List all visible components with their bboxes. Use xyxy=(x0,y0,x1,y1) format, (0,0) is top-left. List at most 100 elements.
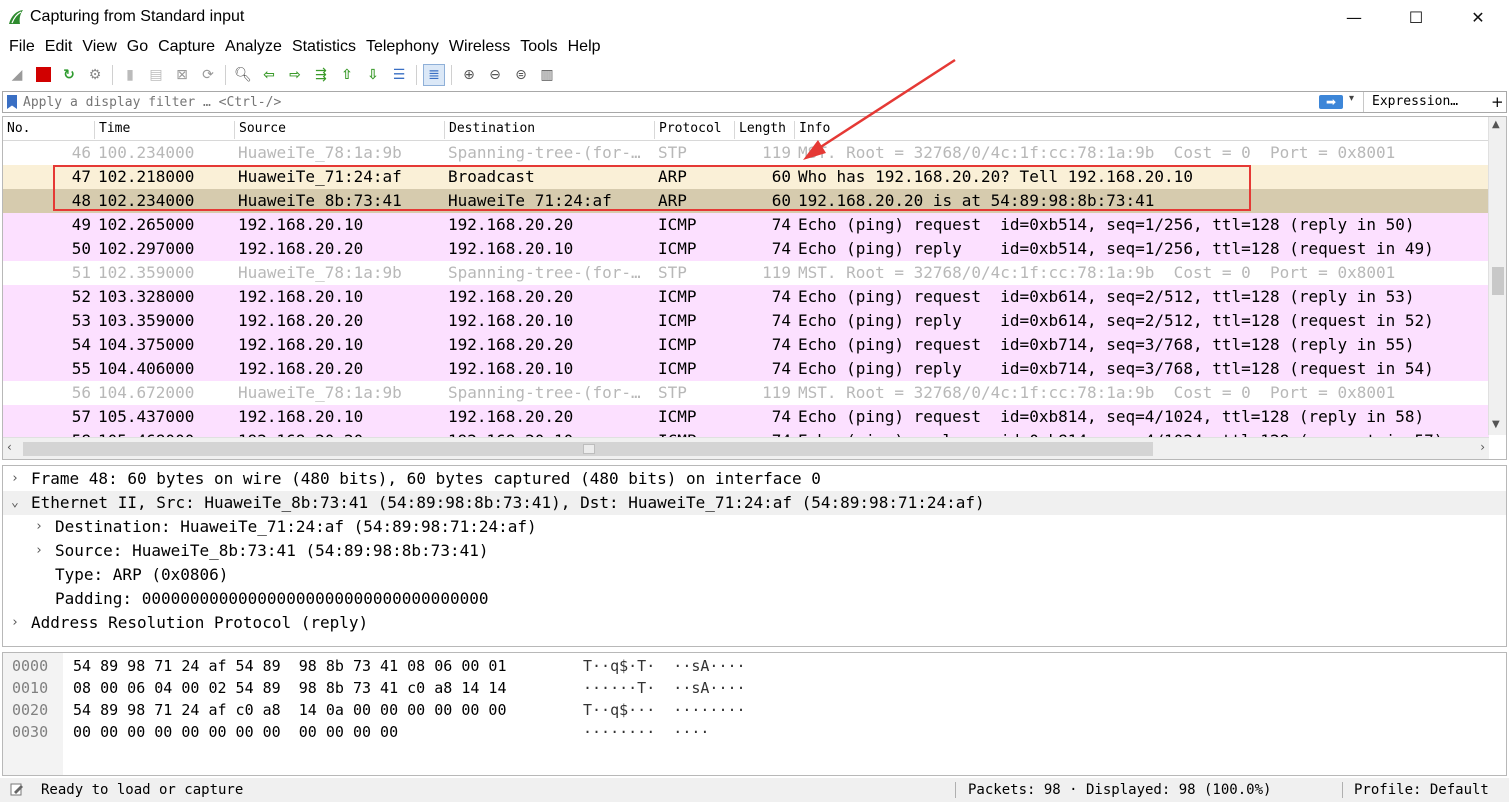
expanded-arrow-icon[interactable]: ⌄ xyxy=(11,491,19,515)
detail-tree-text: Ethernet II, Src: HuaweiTe_8b:73:41 (54:… xyxy=(31,493,985,512)
packet-row[interactable]: 48 102.234000 HuaweiTe_8b:73:41 HuaweiTe_71… xyxy=(3,189,1489,213)
packet-list-header: No. Time Source Destination Protocol Len… xyxy=(3,117,1489,141)
zoom-normal-icon[interactable]: ⊜ xyxy=(510,64,532,86)
menu-file[interactable]: File xyxy=(9,38,35,56)
packet-row[interactable]: 46 100.234000 HuaweiTe_78:1a:9b Spanning-tr… xyxy=(3,141,1489,165)
auto-scroll-icon[interactable]: ☰ xyxy=(388,64,410,86)
status-profile[interactable]: Profile: Default xyxy=(1354,778,1489,802)
status-bar: Ready to load or capture Packets: 98 · D… xyxy=(0,778,1509,802)
filter-bookmark-icon[interactable] xyxy=(7,95,17,109)
collapsed-arrow-icon[interactable]: › xyxy=(35,539,43,563)
hex-ascii[interactable]: ········ ···· xyxy=(583,721,709,743)
expression-button[interactable]: Expression… xyxy=(1363,92,1483,112)
packet-list-horizontal-scrollbar[interactable]: ‹ › xyxy=(3,437,1489,459)
scroll-up-icon[interactable]: ▲ xyxy=(1492,119,1500,130)
menu-statistics[interactable]: Statistics xyxy=(292,38,356,56)
collapsed-arrow-icon[interactable]: › xyxy=(11,611,19,635)
collapsed-arrow-icon[interactable]: › xyxy=(11,467,19,491)
column-source[interactable]: Source xyxy=(234,121,286,139)
hex-ascii[interactable]: T··q$··· ········ xyxy=(583,699,746,721)
resize-columns-icon[interactable]: ▥ xyxy=(536,64,558,86)
packet-row[interactable]: 47 102.218000 HuaweiTe_71:24:af Broadcast AR… xyxy=(3,165,1489,189)
open-file-icon[interactable]: ▮ xyxy=(119,64,141,86)
menu-tools[interactable]: Tools xyxy=(520,38,557,56)
go-back-icon[interactable]: ⇦ xyxy=(258,64,280,86)
packet-row[interactable]: 49 102.265000 192.168.20.10 192.168.20.20 IC… xyxy=(3,213,1489,237)
scroll-left-icon[interactable]: ‹ xyxy=(7,440,12,454)
column-length[interactable]: Length xyxy=(734,121,786,139)
filter-history-dropdown-icon[interactable]: ▾ xyxy=(1349,93,1354,104)
scroll-down-icon[interactable]: ▼ xyxy=(1492,419,1500,430)
go-forward-icon[interactable]: ⇨ xyxy=(284,64,306,86)
main-toolbar: ◢ ↻ ⚙ ▮ ▤ ⊠ ⟳ 🔍︎ ⇦ ⇨ ⇶ ⇧ ⇩ ☰ ≣ ⊕ ⊖ ⊜ ▥ xyxy=(0,61,1509,88)
stop-capture-icon[interactable] xyxy=(32,64,54,86)
hex-offset: 0010 xyxy=(12,679,49,697)
reload-file-icon[interactable]: ⟳ xyxy=(197,64,219,86)
maximize-button[interactable]: ☐ xyxy=(1385,0,1447,34)
column-destination[interactable]: Destination xyxy=(444,121,535,139)
column-time[interactable]: Time xyxy=(94,121,130,139)
column-no[interactable]: No. xyxy=(3,121,30,139)
menu-wireless[interactable]: Wireless xyxy=(449,38,510,56)
menu-go[interactable]: Go xyxy=(127,38,148,56)
close-file-icon[interactable]: ⊠ xyxy=(171,64,193,86)
find-packet-icon[interactable]: 🔍︎ xyxy=(232,64,254,86)
packet-info-cell: Echo (ping) request id=0xb514, seq=1/256… xyxy=(798,215,1415,234)
zoom-out-icon[interactable]: ⊖ xyxy=(484,64,506,86)
packet-length-cell: 74 xyxy=(771,215,791,234)
packet-row[interactable]: 51 102.359000 HuaweiTe_78:1a:9b Spanning-tr… xyxy=(3,261,1489,285)
scroll-grip[interactable] xyxy=(583,444,595,454)
hex-bytes[interactable]: 00 00 00 00 00 00 00 00 00 00 00 00 xyxy=(73,721,398,743)
column-info[interactable]: Info xyxy=(794,121,830,139)
collapsed-arrow-icon[interactable]: › xyxy=(35,515,43,539)
status-separator xyxy=(1342,782,1343,798)
packet-row[interactable]: 52 103.328000 192.168.20.10 192.168.20.20 IC… xyxy=(3,285,1489,309)
menu-view[interactable]: View xyxy=(82,38,116,56)
hex-bytes[interactable]: 54 89 98 71 24 af c0 a8 14 0a 00 00 00 0… xyxy=(73,699,506,721)
packet-row[interactable]: 56 104.672000 HuaweiTe_78:1a:9b Spanning-tr… xyxy=(3,381,1489,405)
packet-row[interactable]: 50 102.297000 192.168.20.20 192.168.20.10 IC… xyxy=(3,237,1489,261)
zoom-in-icon[interactable]: ⊕ xyxy=(458,64,480,86)
packet-row[interactable]: 53 103.359000 192.168.20.20 192.168.20.10 IC… xyxy=(3,309,1489,333)
go-last-packet-icon[interactable]: ⇩ xyxy=(362,64,384,86)
hex-bytes[interactable]: 54 89 98 71 24 af 54 89 98 8b 73 41 08 0… xyxy=(73,655,506,677)
capture-options-icon[interactable]: ⚙ xyxy=(84,64,106,86)
expert-info-icon[interactable] xyxy=(10,782,24,796)
column-protocol[interactable]: Protocol xyxy=(654,121,722,139)
packet-row[interactable]: 54 104.375000 192.168.20.10 192.168.20.20 IC… xyxy=(3,333,1489,357)
menu-help[interactable]: Help xyxy=(568,38,601,56)
shark-fin-start-icon[interactable]: ◢ xyxy=(6,64,28,86)
packet-info-cell: Who has 192.168.20.20? Tell 192.168.20.1… xyxy=(798,167,1193,186)
colorize-icon[interactable]: ≣ xyxy=(423,63,445,86)
apply-filter-arrow-icon[interactable]: ➡ xyxy=(1319,95,1343,109)
menu-bar: File Edit View Go Capture Analyze Statis… xyxy=(0,35,602,59)
display-filter-input[interactable] xyxy=(23,94,1303,110)
save-file-icon[interactable]: ▤ xyxy=(145,64,167,86)
menu-telephony[interactable]: Telephony xyxy=(366,38,439,56)
scroll-right-icon[interactable]: › xyxy=(1480,440,1485,454)
vertical-scroll-thumb[interactable] xyxy=(1492,267,1504,295)
menu-analyze[interactable]: Analyze xyxy=(225,38,282,56)
add-filter-button[interactable]: + xyxy=(1491,92,1504,112)
detail-tree-row[interactable]: › Frame 48: 60 bytes on wire (480 bits), … xyxy=(3,467,1506,491)
menu-edit[interactable]: Edit xyxy=(45,38,73,56)
hex-ascii[interactable]: ······T· ··sA···· xyxy=(583,677,746,699)
packet-row[interactable]: 57 105.437000 192.168.20.10 192.168.20.20 IC… xyxy=(3,405,1489,429)
packet-row[interactable]: 55 104.406000 192.168.20.20 192.168.20.10 IC… xyxy=(3,357,1489,381)
close-button[interactable]: ✕ xyxy=(1447,0,1509,34)
detail-tree-row[interactable]: › Destination: HuaweiTe_71:24:af (54:89:9… xyxy=(3,515,1506,539)
detail-tree-row[interactable]: › Address Resolution Protocol (reply) xyxy=(3,611,1506,635)
detail-tree-row[interactable]: ⌄ Ethernet II, Src: HuaweiTe_8b:73:41 (54… xyxy=(3,491,1506,515)
go-to-packet-icon[interactable]: ⇶ xyxy=(310,64,332,86)
hex-ascii[interactable]: T··q$·T· ··sA···· xyxy=(583,655,746,677)
menu-capture[interactable]: Capture xyxy=(158,38,215,56)
hex-bytes[interactable]: 08 00 06 04 00 02 54 89 98 8b 73 41 c0 a… xyxy=(73,677,506,699)
restart-capture-icon[interactable]: ↻ xyxy=(58,64,80,86)
window-title: Capturing from Standard input xyxy=(30,8,245,25)
minimize-button[interactable]: — xyxy=(1323,0,1385,34)
go-first-packet-icon[interactable]: ⇧ xyxy=(336,64,358,86)
detail-tree-row[interactable]: Padding: 0000000000000000000000000000000… xyxy=(3,587,1506,611)
detail-tree-row[interactable]: › Source: HuaweiTe_8b:73:41 (54:89:98:8b:… xyxy=(3,539,1506,563)
detail-tree-row[interactable]: Type: ARP (0x0806) xyxy=(3,563,1506,587)
packet-list-vertical-scrollbar[interactable]: ▲ ▼ xyxy=(1488,117,1506,435)
